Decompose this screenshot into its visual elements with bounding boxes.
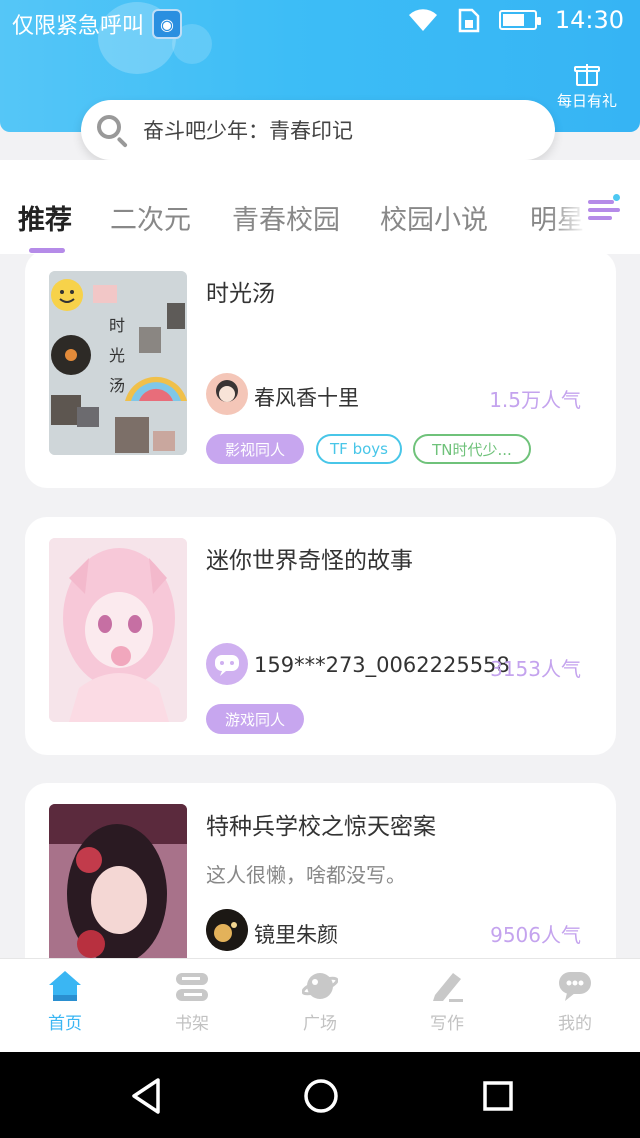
chat-icon (557, 969, 593, 1003)
popularity-count: 9506人气 (490, 923, 581, 947)
story-card[interactable]: 特种兵学校之惊天密案 这人很懒，啥都没写。 镜里朱颜 9506人气 (25, 783, 616, 958)
bookshelf-icon (174, 969, 210, 1003)
sim-icon (458, 8, 480, 33)
nav-square[interactable]: 广场 (275, 969, 365, 1034)
category-tabs: 推荐 二次元 青春校园 校园小说 明星 (0, 160, 640, 254)
story-card[interactable]: 迷你世界奇怪的故事 159***273_0062225558 3153人气 游戏… (25, 517, 616, 755)
status-bar: 仅限紧急呼叫 ◉ 14:30 (0, 0, 640, 46)
back-icon[interactable] (128, 1076, 164, 1116)
nav-home-label: 首页 (48, 1014, 82, 1034)
tag-tn-era[interactable]: TN时代少... (413, 434, 531, 464)
nav-home[interactable]: 首页 (20, 969, 110, 1034)
story-title[interactable]: 时光汤 (206, 274, 275, 308)
author-name[interactable]: 镜里朱颜 (254, 919, 338, 949)
tag-film-fanfic[interactable]: 影视同人 (206, 434, 304, 464)
active-tab-indicator (29, 248, 65, 253)
nav-bookshelf[interactable]: 书架 (147, 969, 237, 1034)
story-cover[interactable]: 时 光 汤 (49, 271, 187, 455)
author-avatar[interactable] (206, 909, 248, 951)
pencil-icon (429, 969, 465, 1003)
nav-me-label: 我的 (558, 1014, 592, 1034)
popularity-count: 1.5万人气 (489, 388, 581, 412)
notification-app-icon: ◉ (152, 9, 183, 39)
recents-icon[interactable] (480, 1076, 516, 1116)
svg-text:汤: 汤 (109, 376, 125, 395)
search-input[interactable]: 奋斗吧少年：青春印记 (143, 115, 353, 145)
search-icon (95, 113, 129, 148)
gift-icon (574, 62, 600, 86)
story-cover[interactable] (49, 538, 187, 722)
search-bar[interactable]: 奋斗吧少年：青春印记 (81, 100, 555, 160)
chat-bubble-icon (215, 655, 239, 676)
wifi-icon (408, 9, 437, 31)
svg-text:时: 时 (109, 316, 125, 335)
author-avatar[interactable] (206, 643, 248, 685)
story-title[interactable]: 特种兵学校之惊天密案 (206, 807, 436, 841)
author-name[interactable]: 春风香十里 (254, 382, 359, 412)
daily-gift-label: 每日有礼 (556, 92, 617, 110)
tab-youth-campus[interactable]: 青春校园 (232, 198, 340, 237)
popularity-count: 3153人气 (490, 657, 581, 681)
story-card[interactable]: 时 光 汤 时光汤 春风香十里 1.5万人气 影视同人 TF boys TN时代… (25, 254, 616, 488)
nav-me[interactable]: 我的 (530, 969, 620, 1034)
story-title[interactable]: 迷你世界奇怪的故事 (206, 541, 413, 575)
nav-write-label: 写作 (430, 1014, 464, 1034)
battery-icon (498, 10, 541, 30)
author-avatar[interactable] (206, 373, 248, 415)
tag-tfboys[interactable]: TF boys (316, 434, 402, 464)
story-feed: 时 光 汤 时光汤 春风香十里 1.5万人气 影视同人 TF boys TN时代… (0, 254, 640, 958)
cover-art-dark-haired-girl (49, 804, 187, 958)
system-navigation-bar (0, 1052, 640, 1138)
author-name[interactable]: 159***273_0062225558 (254, 653, 510, 677)
cover-art-anime-girl (49, 538, 187, 722)
tag-game-fanfic[interactable]: 游戏同人 (206, 704, 304, 734)
daily-gift-button[interactable]: 每日有礼 (550, 62, 624, 111)
bottom-navigation: 首页 书架 广场 写作 我的 (0, 958, 640, 1052)
tab-anime[interactable]: 二次元 (110, 198, 191, 237)
status-time: 14:30 (554, 6, 624, 34)
nav-bookshelf-label: 书架 (175, 1014, 209, 1034)
cover-art-collage: 时 光 汤 (49, 271, 187, 455)
nav-write[interactable]: 写作 (402, 969, 492, 1034)
planet-icon (301, 969, 339, 1003)
home-icon (47, 969, 83, 1003)
battery-level (502, 14, 524, 26)
tab-menu-icon[interactable] (586, 194, 622, 226)
svg-text:光: 光 (109, 346, 125, 365)
carrier-text: 仅限紧急呼叫 (12, 14, 145, 39)
nav-square-label: 广场 (303, 1014, 337, 1034)
tab-campus-novel[interactable]: 校园小说 (380, 198, 488, 237)
home-circle-icon[interactable] (302, 1076, 340, 1116)
story-cover[interactable] (49, 804, 187, 958)
story-description: 这人很懒，啥都没写。 (206, 863, 406, 887)
tab-recommend[interactable]: 推荐 (18, 198, 72, 237)
